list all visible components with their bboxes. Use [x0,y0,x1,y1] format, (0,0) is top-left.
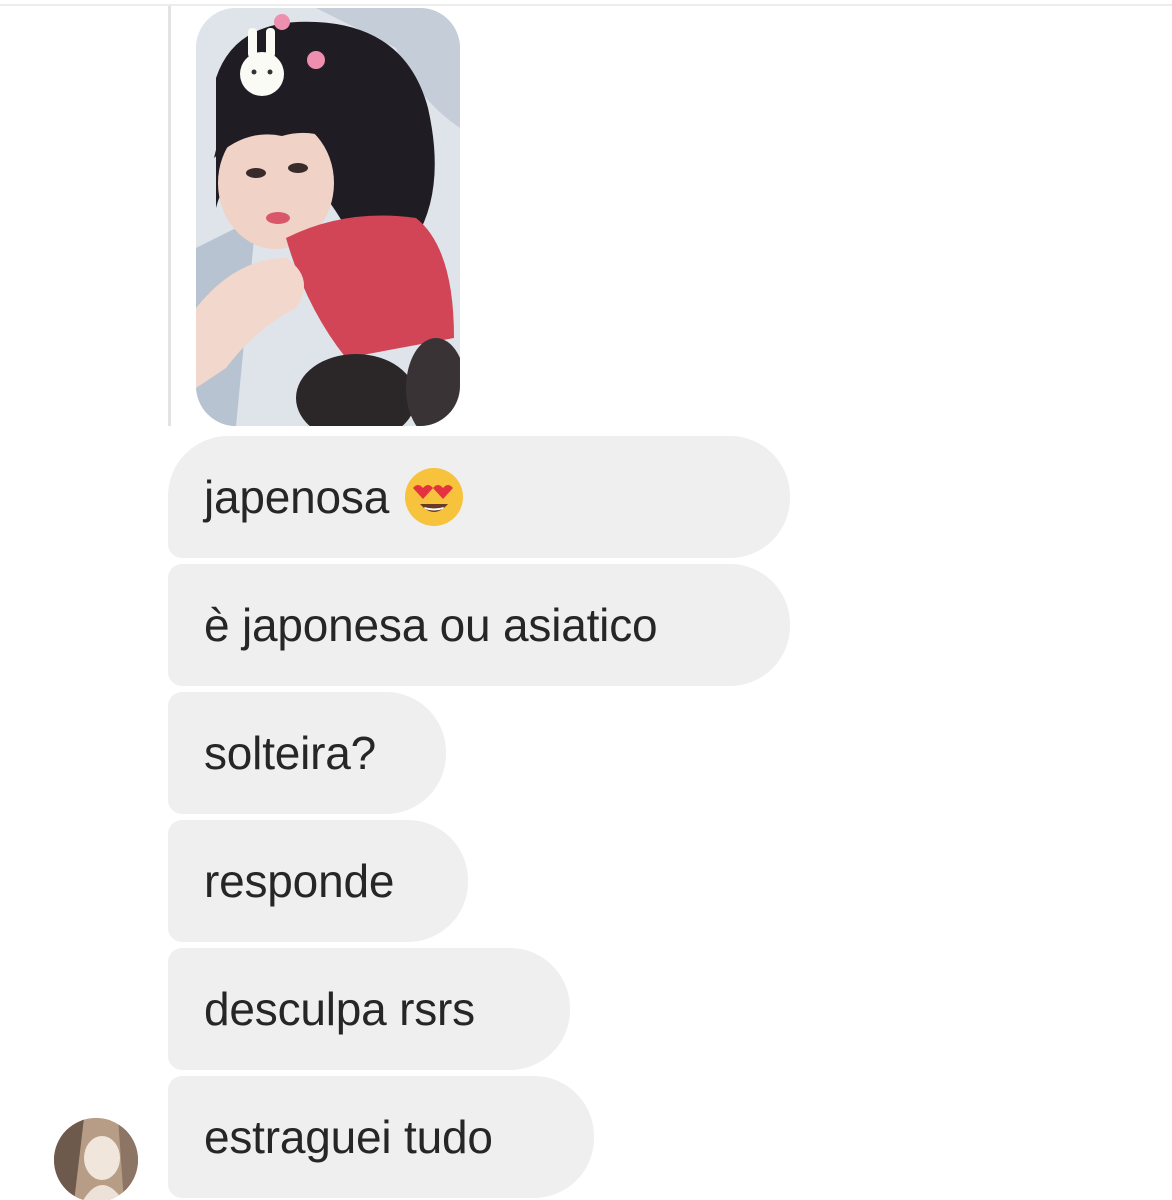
message-bubble[interactable]: è japonesa ou asiatico [168,564,790,686]
message-text: è japonesa ou asiatico [204,599,658,651]
thread-divider [168,6,171,426]
message-text: responde [204,855,395,907]
message-text: estraguei tudo [204,1111,493,1163]
photo-illustration [196,8,460,426]
smiling-face-with-heart-eyes-icon [403,466,465,528]
message-bubble[interactable]: responde [168,820,468,942]
avatar-illustration [54,1118,138,1200]
chat-screen: japenosa è japonesa ou asiatico solteira… [0,0,1172,1200]
top-divider [0,4,1172,6]
message-bubble[interactable]: desculpa rsrs [168,948,570,1070]
message-text: solteira? [204,727,377,779]
message-list: japenosa è japonesa ou asiatico solteira… [168,436,790,1200]
message-text: desculpa rsrs [204,983,475,1035]
message-bubble[interactable]: estraguei tudo [168,1076,594,1198]
message-text: japenosa [204,471,390,523]
message-bubble[interactable]: japenosa [168,436,790,558]
message-bubble[interactable]: solteira? [168,692,446,814]
shared-photo[interactable] [196,8,460,426]
user-avatar[interactable] [54,1118,138,1200]
